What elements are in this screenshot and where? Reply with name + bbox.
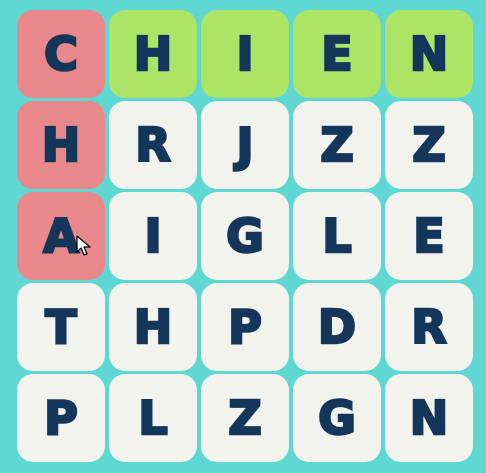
letter-tile-r1-c3[interactable]: I: [201, 10, 289, 98]
letter-tile-r2-c2[interactable]: R: [109, 101, 197, 189]
letter-tile-r3-c4[interactable]: L: [293, 192, 381, 280]
letter-tile-r4-c4[interactable]: D: [293, 283, 381, 371]
letter-tile-r5-c5[interactable]: N: [385, 374, 473, 462]
letter-tile-r4-c1[interactable]: T: [17, 283, 105, 371]
letter-tile-r2-c3[interactable]: J: [201, 101, 289, 189]
letter-tile-r3-c1[interactable]: A: [17, 192, 105, 280]
letter-tile-r5-c4[interactable]: G: [293, 374, 381, 462]
letter-tile-r5-c1[interactable]: P: [17, 374, 105, 462]
letter-tile-r1-c1[interactable]: C: [17, 10, 105, 98]
letter-tile-r5-c2[interactable]: L: [109, 374, 197, 462]
letter-tile-r4-c2[interactable]: H: [109, 283, 197, 371]
letter-tile-r3-c3[interactable]: G: [201, 192, 289, 280]
letter-tile-r3-c2[interactable]: I: [109, 192, 197, 280]
letter-tile-r2-c5[interactable]: Z: [385, 101, 473, 189]
letter-tile-r2-c4[interactable]: Z: [293, 101, 381, 189]
letter-tile-r3-c5[interactable]: E: [385, 192, 473, 280]
letter-grid: C H I E N H R J Z Z A I G L E T H P D R …: [17, 10, 473, 462]
letter-tile-r2-c1[interactable]: H: [17, 101, 105, 189]
letter-tile-r1-c4[interactable]: E: [293, 10, 381, 98]
letter-tile-r4-c3[interactable]: P: [201, 283, 289, 371]
letter-tile-r1-c5[interactable]: N: [385, 10, 473, 98]
letter-tile-r1-c2[interactable]: H: [109, 10, 197, 98]
letter-tile-r5-c3[interactable]: Z: [201, 374, 289, 462]
letter-tile-r4-c5[interactable]: R: [385, 283, 473, 371]
